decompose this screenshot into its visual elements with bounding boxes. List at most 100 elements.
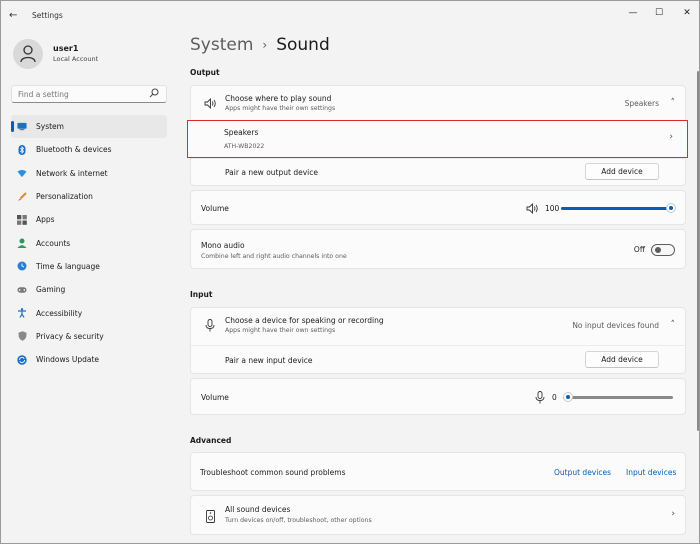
all-sound-devices-card[interactable]: All sound devices Turn devices on/off, t… [190, 495, 686, 535]
speakers-device-row[interactable]: Speakers ATH-WB2022 › [187, 120, 688, 158]
sidebar-item-accounts[interactable]: Accounts [11, 231, 167, 254]
pair-input-label: Pair a new input device [225, 356, 313, 365]
scrollbar[interactable] [697, 71, 699, 431]
output-volume-value: 100 [545, 204, 560, 213]
input-device-card: Choose a device for speaking or recordin… [190, 307, 686, 374]
maximize-button[interactable]: ☐ [649, 5, 669, 21]
sidebar-nav: System Bluetooth & devices Network & int… [11, 115, 167, 371]
globe-clock-icon [17, 261, 27, 271]
sidebar-item-label: System [36, 122, 64, 132]
troubleshoot-label: Troubleshoot common sound problems [200, 468, 346, 477]
bluetooth-icon [17, 144, 27, 155]
choose-input-subtitle: Apps might have their own settings [225, 327, 336, 334]
device-icon [203, 509, 217, 523]
settings-window: ← Settings — ☐ ✕ user1 Local Account Sys… [0, 0, 700, 544]
choose-input-value: No input devices found [572, 321, 659, 330]
mono-audio-subtitle: Combine left and right audio channels in… [201, 253, 347, 260]
input-volume-label: Volume [201, 393, 229, 402]
shield-icon [17, 331, 27, 342]
update-icon [17, 354, 27, 365]
advanced-heading: Advanced [190, 436, 232, 445]
slider-track [563, 396, 673, 399]
choose-input-row[interactable]: Choose a device for speaking or recordin… [191, 308, 685, 344]
input-volume-card: Volume 0 [190, 378, 686, 415]
chevron-right-icon[interactable]: › [671, 509, 675, 519]
sidebar-item-system[interactable]: System [11, 115, 167, 139]
slider-fill [561, 207, 671, 210]
breadcrumb-parent[interactable]: System [190, 35, 253, 55]
sidebar-item-windows-update[interactable]: Windows Update [11, 348, 167, 371]
sidebar-item-label: Network & internet [36, 168, 108, 178]
output-volume-label: Volume [201, 204, 229, 213]
input-volume-value: 0 [552, 393, 557, 402]
avatar[interactable] [13, 39, 43, 69]
pair-output-row: Pair a new output device Add device [191, 159, 685, 186]
sidebar-item-label: Bluetooth & devices [36, 145, 112, 155]
mono-audio-card: Mono audio Combine left and right audio … [190, 229, 686, 269]
troubleshoot-card: Troubleshoot common sound problems Outpu… [190, 452, 686, 491]
sidebar-item-label: Gaming [36, 285, 66, 295]
speaker-icon[interactable] [525, 201, 539, 215]
accessibility-icon [17, 308, 27, 318]
output-devices-link[interactable]: Output devices [554, 468, 611, 477]
close-button[interactable]: ✕ [677, 5, 697, 21]
brush-icon [17, 191, 27, 202]
back-button[interactable]: ← [9, 10, 23, 22]
chevron-up-icon[interactable]: ˄ [671, 320, 676, 330]
mono-audio-toggle[interactable] [651, 244, 675, 256]
choose-output-title: Choose where to play sound [225, 94, 332, 103]
mono-audio-state: Off [633, 245, 645, 254]
chevron-up-icon[interactable]: ˄ [671, 98, 676, 108]
slider-thumb[interactable] [563, 392, 573, 402]
window-title: Settings [32, 11, 63, 20]
breadcrumb: System › Sound [190, 35, 330, 55]
wifi-icon [17, 168, 27, 178]
gamepad-icon [17, 285, 27, 295]
pair-input-row: Pair a new input device Add device [191, 346, 685, 374]
choose-input-title: Choose a device for speaking or recordin… [225, 316, 384, 325]
add-output-device-button[interactable]: Add device [585, 163, 659, 180]
chevron-right-icon[interactable]: › [669, 132, 673, 142]
microphone-icon [203, 318, 217, 332]
sidebar-item-network[interactable]: Network & internet [11, 162, 167, 185]
person-icon [20, 45, 36, 63]
input-volume-slider[interactable] [563, 391, 678, 403]
choose-output-row[interactable]: Choose where to play sound Apps might ha… [191, 86, 685, 121]
slider-thumb[interactable] [666, 203, 676, 213]
sidebar-item-privacy[interactable]: Privacy & security [11, 325, 167, 348]
pair-output-label: Pair a new output device [225, 168, 318, 177]
sidebar-item-apps[interactable]: Apps [11, 208, 167, 231]
sidebar-item-label: Windows Update [36, 355, 100, 365]
sidebar-item-label: Accounts [36, 238, 71, 248]
breadcrumb-separator: › [262, 38, 268, 52]
choose-output-value: Speakers [624, 99, 659, 108]
title-bar: ← Settings — ☐ ✕ [1, 1, 699, 31]
output-volume-slider[interactable] [561, 202, 676, 214]
speakers-device-name: Speakers [224, 128, 259, 137]
sidebar-item-accessibility[interactable]: Accessibility [11, 301, 167, 324]
output-heading: Output [190, 68, 220, 77]
microphone-icon[interactable] [533, 390, 547, 404]
speakers-device-model: ATH-WB2022 [224, 143, 265, 150]
sidebar-item-bluetooth[interactable]: Bluetooth & devices [11, 138, 167, 161]
page-title: Sound [276, 35, 330, 55]
input-heading: Input [190, 290, 213, 299]
sidebar-item-label: Apps [36, 215, 55, 225]
toggle-knob [655, 247, 661, 253]
sidebar-item-gaming[interactable]: Gaming [11, 278, 167, 301]
user-name: user1 [53, 44, 79, 53]
sidebar-item-personalization[interactable]: Personalization [11, 185, 167, 208]
person-icon [17, 238, 27, 249]
sidebar-item-label: Personalization [36, 192, 93, 202]
add-input-device-button[interactable]: Add device [585, 351, 659, 368]
sidebar-item-label: Time & language [36, 261, 100, 271]
sidebar-item-time-language[interactable]: Time & language [11, 255, 167, 278]
all-sound-devices-subtitle: Turn devices on/off, troubleshoot, other… [225, 517, 372, 524]
input-devices-link[interactable]: Input devices [626, 468, 676, 477]
search-input[interactable] [11, 85, 167, 103]
minimize-button[interactable]: — [623, 5, 643, 21]
search-icon[interactable] [149, 88, 161, 100]
sidebar-item-label: Privacy & security [36, 331, 104, 341]
apps-icon [17, 214, 27, 225]
speaker-icon [203, 96, 217, 110]
